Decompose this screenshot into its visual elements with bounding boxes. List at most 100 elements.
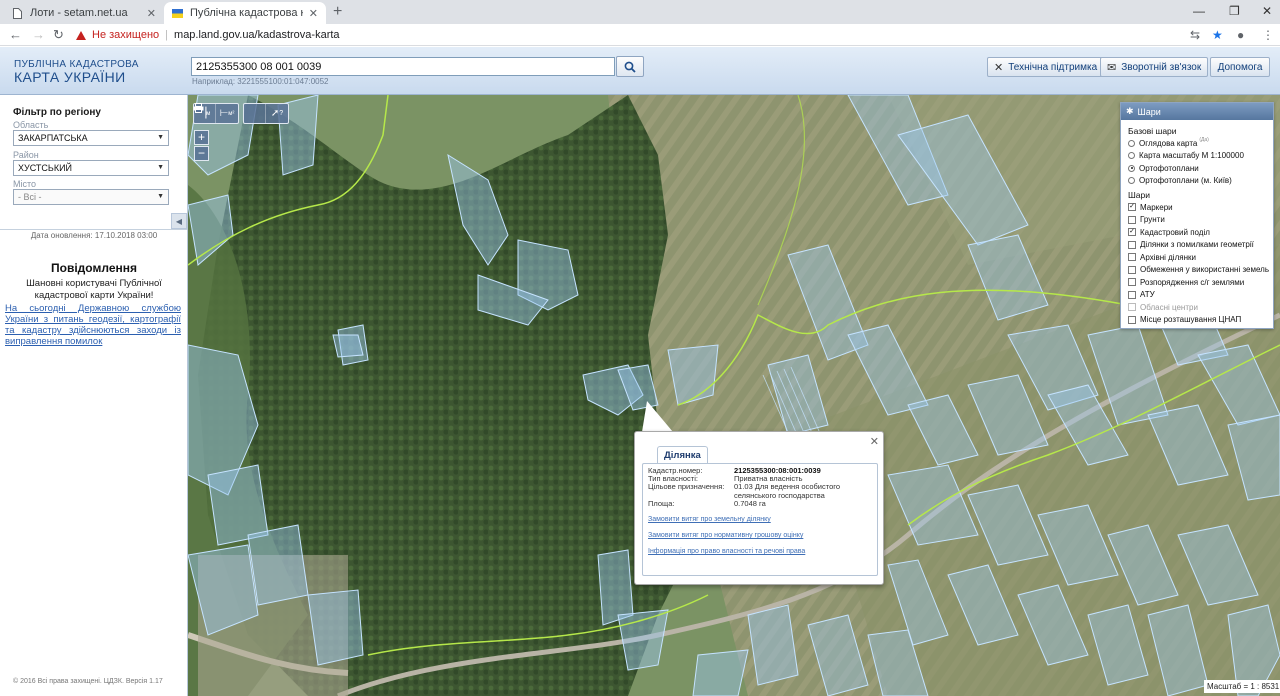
region-select[interactable]: ЗАКАРПАТСЬКА ▼ <box>13 130 169 146</box>
checkbox-checked[interactable]: ✓ <box>1128 228 1136 237</box>
district-label: Район <box>13 150 39 160</box>
restore-icon[interactable]: ❐ <box>1229 4 1240 18</box>
feedback-label: Зворотній зв'язок <box>1121 61 1202 73</box>
cursor-info-icon: ➚ <box>270 108 280 119</box>
map-viewport[interactable]: ▕ м ⊢ м² ➚? + − ✱ Шари Базові шари Огляд… <box>188 95 1280 696</box>
layers-header[interactable]: ✱ Шари <box>1121 103 1273 120</box>
layer-label: Розпорядження с/г землями <box>1140 277 1245 287</box>
base-layer-100k[interactable]: Карта масштабу М 1:100000 <box>1128 150 1267 163</box>
base-layer-orthophoto-kyiv[interactable]: Ортофотоплани (м. Київ) <box>1128 175 1267 188</box>
layer-atu[interactable]: АТУ <box>1128 289 1267 302</box>
search-button[interactable] <box>616 56 644 77</box>
divider: | <box>165 29 169 41</box>
notice-greeting: Шановні користувачі Публічної кадастрово… <box>26 278 162 301</box>
city-value: - Всі - <box>18 192 42 202</box>
checkbox-disabled <box>1128 303 1136 312</box>
order-valuation-extract-link[interactable]: Замовити витяг про нормативну грошову оц… <box>648 532 803 539</box>
checkbox[interactable] <box>1128 278 1136 287</box>
close-tab-icon[interactable]: ✕ <box>147 7 156 20</box>
zoom-out-button[interactable]: − <box>194 146 209 161</box>
dropdown-arrow-icon: ▼ <box>157 193 164 200</box>
order-parcel-extract-link[interactable]: Замовити витяг про земельну ділянку <box>648 516 771 523</box>
menu-icon[interactable]: ⋮ <box>1262 28 1274 42</box>
reload-icon[interactable]: ↻ <box>53 27 64 43</box>
radio-button[interactable] <box>1128 139 1135 147</box>
collapse-panel-button[interactable]: ◀ <box>171 213 187 229</box>
layer-geometry-errors[interactable]: Ділянки з помилками геометрії <box>1128 239 1267 252</box>
omnibox[interactable]: Не захищено | map.land.gov.ua/kadastrova… <box>76 26 1232 44</box>
close-icon[interactable]: ✕ <box>870 435 879 448</box>
orthophoto-map <box>188 95 1280 696</box>
checkbox[interactable] <box>1128 315 1136 324</box>
forward-icon[interactable]: → <box>32 27 45 43</box>
close-tab-icon[interactable]: ✕ <box>309 7 318 20</box>
base-layer-overview[interactable]: Оглядова карта (Да) <box>1128 137 1267 150</box>
layer-label: Кадастровий поділ <box>1140 227 1210 237</box>
layer-markers[interactable]: ✓ Маркери <box>1128 201 1267 214</box>
identify-mark: ? <box>279 110 284 117</box>
layer-label: АТУ <box>1140 290 1155 300</box>
search-hint: Наприклад: 3221555100:01:047:0052 <box>192 77 329 86</box>
layer-label: Ортофотоплани <box>1139 163 1199 173</box>
notice-link[interactable]: На сьогодні Державною службою України з … <box>5 303 181 347</box>
translate-icon[interactable]: ⇆ <box>1190 28 1200 42</box>
layer-label: Ділянки з помилками геометрії <box>1140 240 1254 250</box>
checkbox[interactable] <box>1128 253 1136 262</box>
account-icon[interactable]: ● <box>1237 28 1244 42</box>
district-select[interactable]: ХУСТСЬКИЙ ▼ <box>13 160 169 176</box>
layer-cnap[interactable]: Місце розташування ЦНАП <box>1128 314 1267 327</box>
overlay-layers-title: Шари <box>1128 190 1150 200</box>
bookmark-star-icon[interactable]: ★ <box>1212 28 1223 42</box>
cadastral-search-input[interactable] <box>191 57 615 76</box>
layer-label: Маркери <box>1140 202 1173 212</box>
layer-label: Місце розташування ЦНАП <box>1140 315 1242 325</box>
help-button[interactable]: Допомога <box>1210 57 1270 77</box>
layer-archive[interactable]: Архівні ділянки <box>1128 251 1267 264</box>
zoom-in-button[interactable]: + <box>194 130 209 145</box>
radio-button-selected[interactable] <box>1128 164 1135 172</box>
envelope-icon: ✉ <box>1107 61 1117 74</box>
filter-title: Фільтр по регіону <box>13 107 101 118</box>
close-window-icon[interactable]: ✕ <box>1262 4 1272 18</box>
layer-label: Карта масштабу М 1:100000 <box>1139 151 1244 161</box>
back-icon[interactable]: ← <box>9 27 22 43</box>
left-panel: Фільтр по регіону Область ЗАКАРПАТСЬКА ▼… <box>0 95 188 696</box>
copyright: © 2016 Всі права захищені. ЦДЗК. Версія … <box>13 678 163 685</box>
city-select[interactable]: - Всі - ▼ <box>13 189 169 205</box>
checkbox[interactable] <box>1128 265 1136 274</box>
layer-sup: (Да) <box>1199 137 1209 144</box>
radio-button[interactable] <box>1128 152 1135 160</box>
print-button[interactable] <box>193 103 266 123</box>
tab-parcel[interactable]: Ділянка <box>657 446 708 464</box>
checkbox[interactable] <box>1128 290 1136 299</box>
minimize-icon[interactable]: — <box>1193 4 1205 18</box>
ownership-info-link[interactable]: Інформація про право власності та речові… <box>648 548 805 555</box>
notice-title: Повідомлення <box>51 261 137 275</box>
layer-soils[interactable]: Грунти <box>1128 214 1267 227</box>
printer-icon <box>193 103 204 113</box>
base-layers-title: Базові шари <box>1128 126 1177 136</box>
city-label: Місто <box>13 179 37 189</box>
base-layer-orthophoto[interactable]: Ортофотоплани <box>1128 162 1267 175</box>
layer-agri-disposal[interactable]: Розпорядження с/г землями <box>1128 276 1267 289</box>
identify-button[interactable]: ➚? <box>266 104 288 123</box>
layer-restrictions[interactable]: Обмеження у використанні земель <box>1128 264 1269 277</box>
radio-button[interactable] <box>1128 177 1135 185</box>
security-label: Не захищено <box>92 29 160 41</box>
browser-tab-kadastr[interactable]: Публічна кадастрова карта Укр ✕ <box>164 2 326 24</box>
measure-unit: м <box>206 110 211 117</box>
new-tab-icon[interactable]: + <box>333 3 342 21</box>
layer-label: Грунти <box>1140 215 1165 225</box>
site-logo[interactable]: ПУБЛІЧНА КАДАСТРОВА КАРТА УКРАЇНИ <box>14 59 139 85</box>
support-button[interactable]: ✕ Технічна підтримка <box>987 57 1105 77</box>
logo-line2: КАРТА УКРАЇНИ <box>14 69 126 85</box>
browser-tab-setam[interactable]: Лоти - setam.net.ua ✕ <box>4 2 164 24</box>
tab-title: Публічна кадастрова карта Укр <box>190 7 303 19</box>
measure-area-button[interactable]: ⊢ м² <box>216 104 238 123</box>
help-label: Допомога <box>1217 61 1263 73</box>
feedback-button[interactable]: ✉ Зворотній зв'язок <box>1100 57 1209 77</box>
checkbox[interactable] <box>1128 240 1136 249</box>
checkbox-checked[interactable]: ✓ <box>1128 203 1136 212</box>
checkbox[interactable] <box>1128 215 1136 224</box>
layer-cadastral[interactable]: ✓ Кадастровий поділ <box>1128 226 1267 239</box>
